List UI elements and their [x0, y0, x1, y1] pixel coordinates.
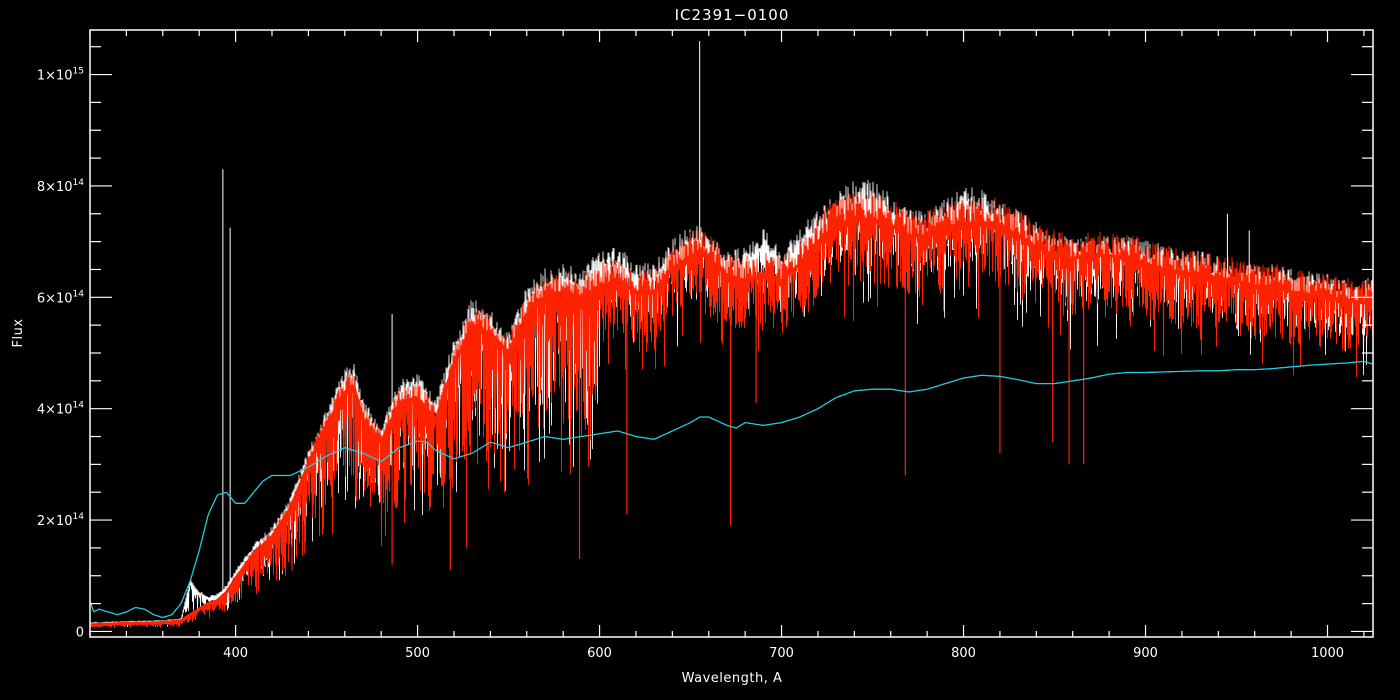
y-axis-label: Flux [11, 318, 26, 347]
y-tick-label: 0 [76, 625, 84, 640]
x-tick-label: 400 [223, 646, 248, 661]
x-axis-label: Wavelength, A [682, 671, 783, 686]
x-tick-label: 1000 [1311, 646, 1344, 661]
x-tick-label: 800 [951, 646, 976, 661]
x-tick-label: 700 [769, 646, 794, 661]
x-tick-label: 600 [587, 646, 612, 661]
x-tick-label: 900 [1133, 646, 1158, 661]
chart-title: IC2391−0100 [675, 6, 790, 24]
spectrum-chart: IC2391−0100 Wavelength, A Flux 400 500 600… [0, 0, 1400, 700]
x-tick-label: 500 [405, 646, 430, 661]
